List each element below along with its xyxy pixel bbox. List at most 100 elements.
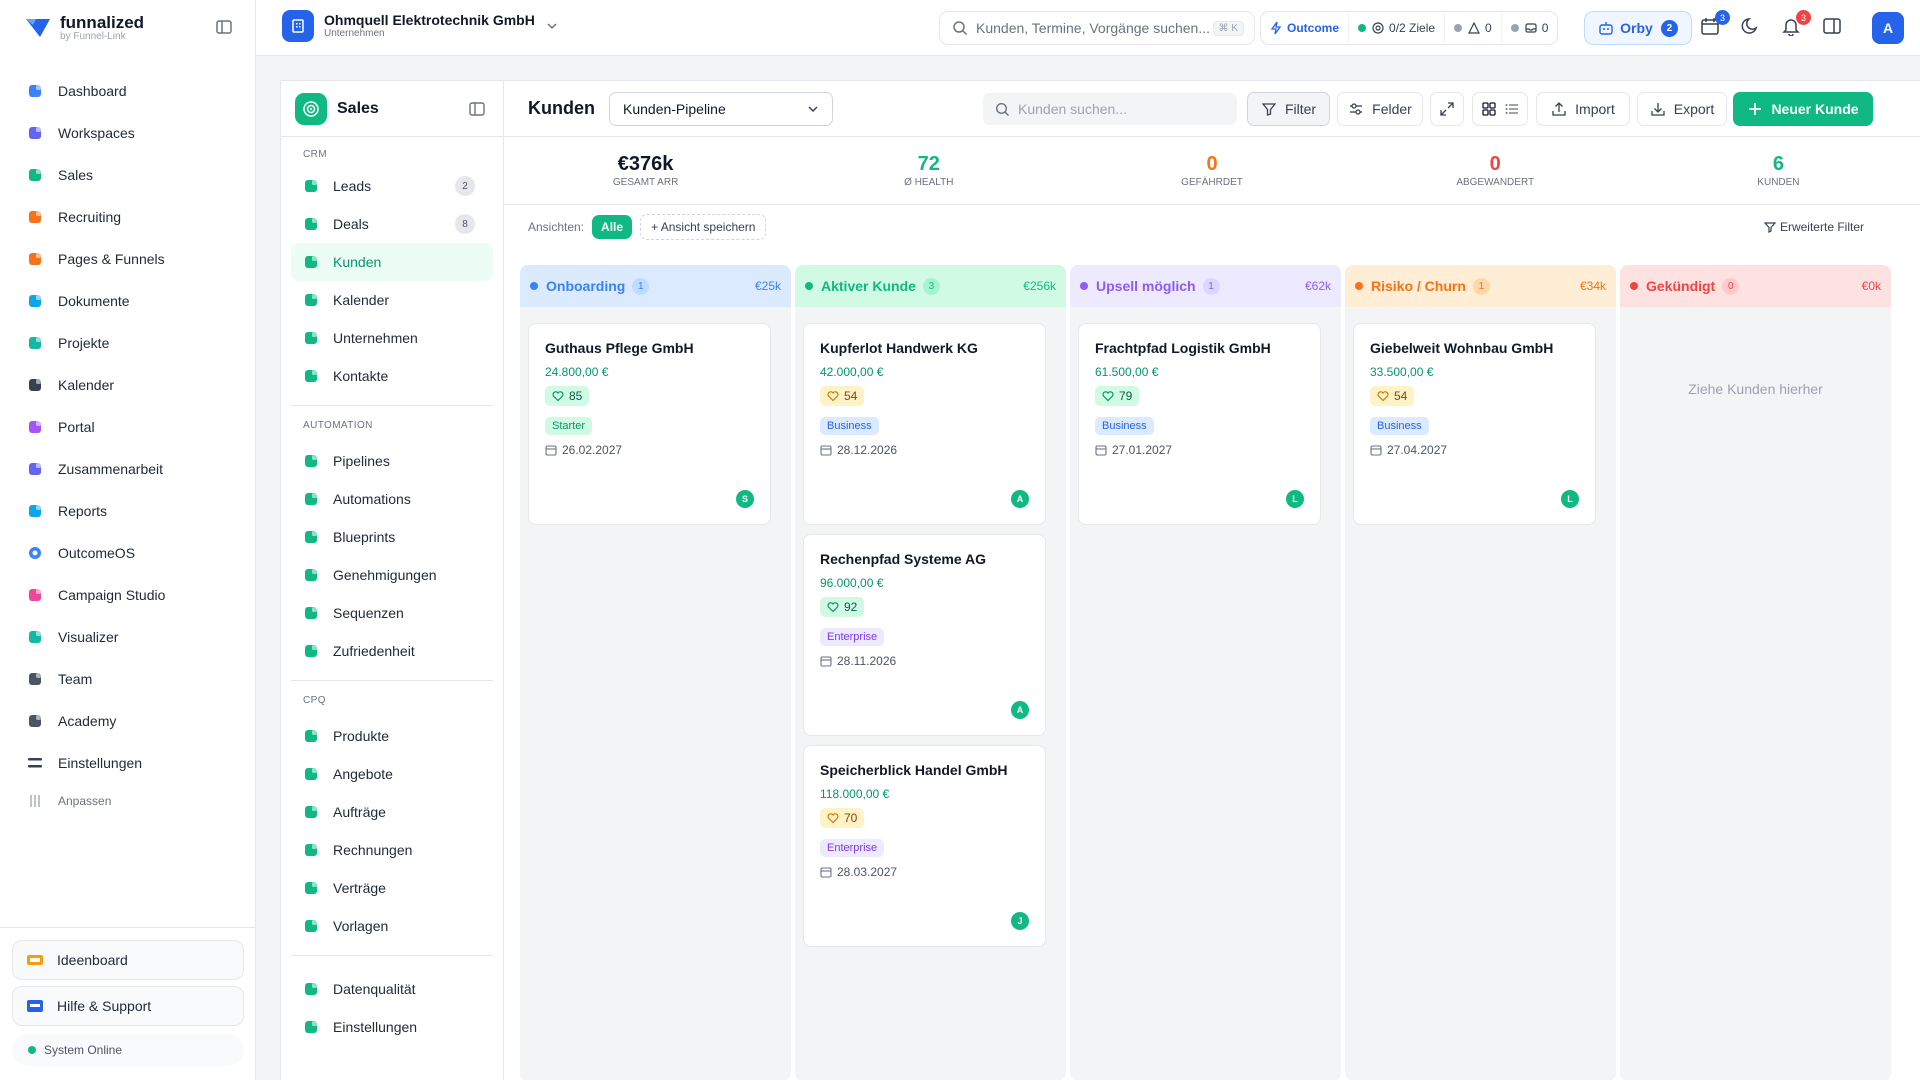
customer-card[interactable]: Guthaus Pflege GmbH 24.800,00 € 85 Starter 2…: [528, 323, 771, 525]
sales-item-einstellungen[interactable]: Einstellungen: [291, 1008, 493, 1046]
sales-item-blueprints[interactable]: Blueprints: [291, 518, 493, 556]
inbox-status[interactable]: 0: [1500, 12, 1558, 44]
grid-view-icon[interactable]: [1481, 102, 1496, 116]
nav-item-label: Dashboard: [58, 83, 127, 99]
search-shortcut: ⌘ K: [1212, 20, 1244, 36]
sales-item-kunden[interactable]: Kunden: [291, 243, 493, 281]
sales-item-produkte[interactable]: Produkte: [291, 717, 493, 755]
nav-item-workspaces[interactable]: Workspaces: [0, 112, 255, 154]
list-view-icon[interactable]: [1505, 102, 1519, 116]
sales-item-deals[interactable]: Deals 8: [291, 205, 493, 243]
user-avatar[interactable]: A: [1872, 12, 1904, 44]
brand[interactable]: funnalized by Funnel-Link: [0, 0, 255, 56]
owner-avatar[interactable]: J: [1011, 912, 1029, 930]
settings-icon: [26, 754, 44, 772]
column-title: Onboarding: [546, 278, 626, 294]
sales-item-rechnungen[interactable]: Rechnungen: [291, 831, 493, 869]
sales-item-vertr-ge[interactable]: Verträge: [291, 869, 493, 907]
goals-status[interactable]: 0/2 Ziele: [1348, 12, 1444, 44]
sales-item-datenqualit-t[interactable]: Datenqualität: [291, 970, 493, 1008]
nav-item-einstellungen[interactable]: Einstellungen: [0, 742, 255, 784]
nav-item-reports[interactable]: Reports: [0, 490, 255, 532]
customer-card[interactable]: Frachtpfad Logistik GmbH 61.500,00 € 79 Bus…: [1078, 323, 1321, 525]
nav-item-pages-funnels[interactable]: Pages & Funnels: [0, 238, 255, 280]
nav-item-zusammenarbeit[interactable]: Zusammenarbeit: [0, 448, 255, 490]
nav-item-recruiting[interactable]: Recruiting: [0, 196, 255, 238]
column-header[interactable]: Gekündigt 0 €0k: [1620, 265, 1891, 307]
owner-avatar[interactable]: L: [1561, 490, 1579, 508]
customer-search-placeholder: Kunden suchen...: [1018, 101, 1127, 117]
collapse-subnav-icon[interactable]: [469, 101, 485, 117]
nav-item-visualizer[interactable]: Visualizer: [0, 616, 255, 658]
nav-item-academy[interactable]: Academy: [0, 700, 255, 742]
calendar-button[interactable]: 3: [1700, 10, 1730, 38]
global-search-input[interactable]: Kunden, Termine, Vorgänge suchen... ⌘ K: [939, 11, 1255, 45]
help-support-button[interactable]: Hilfe & Support: [12, 986, 244, 1026]
column-header[interactable]: Upsell möglich 1 €62k: [1070, 265, 1341, 307]
sales-title: Sales: [337, 99, 379, 117]
panel-toggle-button[interactable]: [1822, 16, 1844, 38]
company-switcher[interactable]: Ohmquell Elektrotechnik GmbH Unternehmen: [282, 10, 559, 42]
page-title: Kunden: [528, 98, 595, 118]
nav-item-dashboard[interactable]: Dashboard: [0, 70, 255, 112]
sales-item-angebote[interactable]: Angebote: [291, 755, 493, 793]
outcome-button[interactable]: Outcome: [1261, 12, 1348, 44]
advanced-filter-button[interactable]: Erweiterte Filter: [1763, 220, 1864, 234]
nav-item-portal[interactable]: Portal: [0, 406, 255, 448]
sales-item-sequenzen[interactable]: Sequenzen: [291, 594, 493, 632]
column-header[interactable]: Risiko / Churn 1 €34k: [1345, 265, 1616, 307]
orby-assistant-button[interactable]: Orby 2: [1584, 11, 1692, 45]
customer-search-input[interactable]: Kunden suchen...: [983, 93, 1237, 125]
sales-item-genehmigungen[interactable]: Genehmigungen: [291, 556, 493, 594]
owner-avatar[interactable]: A: [1011, 490, 1029, 508]
alerts-count: 0: [1485, 21, 1492, 35]
plan-badge: Business: [1370, 417, 1429, 435]
sales-item-pipelines[interactable]: Pipelines: [291, 442, 493, 480]
sales-item-kontakte[interactable]: Kontakte: [291, 357, 493, 395]
expand-button[interactable]: [1430, 92, 1464, 126]
fields-button[interactable]: Felder: [1337, 92, 1423, 126]
notifications-button[interactable]: 3: [1781, 10, 1811, 38]
new-customer-button[interactable]: Neuer Kunde: [1733, 92, 1873, 126]
sales-item-label: Deals: [333, 216, 369, 232]
alerts-status[interactable]: 0: [1444, 12, 1501, 44]
view-toggle: [1472, 92, 1528, 126]
search-icon: [953, 21, 968, 36]
nav-item-kalender[interactable]: Kalender: [0, 364, 255, 406]
customer-card[interactable]: Speicherblick Handel GmbH 118.000,00 € 70 E…: [803, 745, 1046, 947]
customer-card[interactable]: Kupferlot Handwerk KG 42.000,00 € 54 Busine…: [803, 323, 1046, 525]
sales-item-automations[interactable]: Automations: [291, 480, 493, 518]
column-header[interactable]: Aktiver Kunde 3 €256k: [795, 265, 1066, 307]
export-button[interactable]: Export: [1637, 92, 1727, 126]
nav-item-campaign-studio[interactable]: Campaign Studio: [0, 574, 255, 616]
ideas-board-button[interactable]: Ideenboard: [12, 940, 244, 980]
nav-customize[interactable]: Anpassen: [0, 784, 255, 818]
nav-item-sales[interactable]: Sales: [0, 154, 255, 196]
owner-avatar[interactable]: L: [1286, 490, 1304, 508]
nav-item-outcomeos[interactable]: OutcomeOS: [0, 532, 255, 574]
sales-item-leads[interactable]: Leads 2: [291, 167, 493, 205]
auftr-ge-icon: [303, 804, 319, 820]
sales-item-vorlagen[interactable]: Vorlagen: [291, 907, 493, 945]
nav-item-projekte[interactable]: Projekte: [0, 322, 255, 364]
inbox-count: 0: [1541, 21, 1549, 35]
sales-item-zufriedenheit[interactable]: Zufriedenheit: [291, 632, 493, 670]
nav-item-dokumente[interactable]: Dokumente: [0, 280, 255, 322]
search-icon: [995, 102, 1009, 116]
import-button[interactable]: Import: [1536, 92, 1630, 126]
nav-item-team[interactable]: Team: [0, 658, 255, 700]
view-all-pill[interactable]: Alle: [592, 215, 633, 239]
column-header[interactable]: Onboarding 1 €25k: [520, 265, 791, 307]
theme-toggle-button[interactable]: [1741, 16, 1763, 38]
collapse-sidebar-icon[interactable]: [215, 18, 233, 36]
sales-item-auftr-ge[interactable]: Aufträge: [291, 793, 493, 831]
filter-button[interactable]: Filter: [1247, 92, 1330, 126]
sales-item-unternehmen[interactable]: Unternehmen: [291, 319, 493, 357]
pipeline-select[interactable]: Kunden-Pipeline: [609, 92, 833, 126]
owner-avatar[interactable]: S: [736, 490, 754, 508]
owner-avatar[interactable]: A: [1011, 701, 1029, 719]
customer-card[interactable]: Rechenpfad Systeme AG 96.000,00 € 92 Enterp…: [803, 534, 1046, 736]
sales-item-kalender[interactable]: Kalender: [291, 281, 493, 319]
customer-card[interactable]: Giebelweit Wohnbau GmbH 33.500,00 € 54 Busi…: [1353, 323, 1596, 525]
save-view-button[interactable]: + Ansicht speichern: [640, 214, 767, 240]
